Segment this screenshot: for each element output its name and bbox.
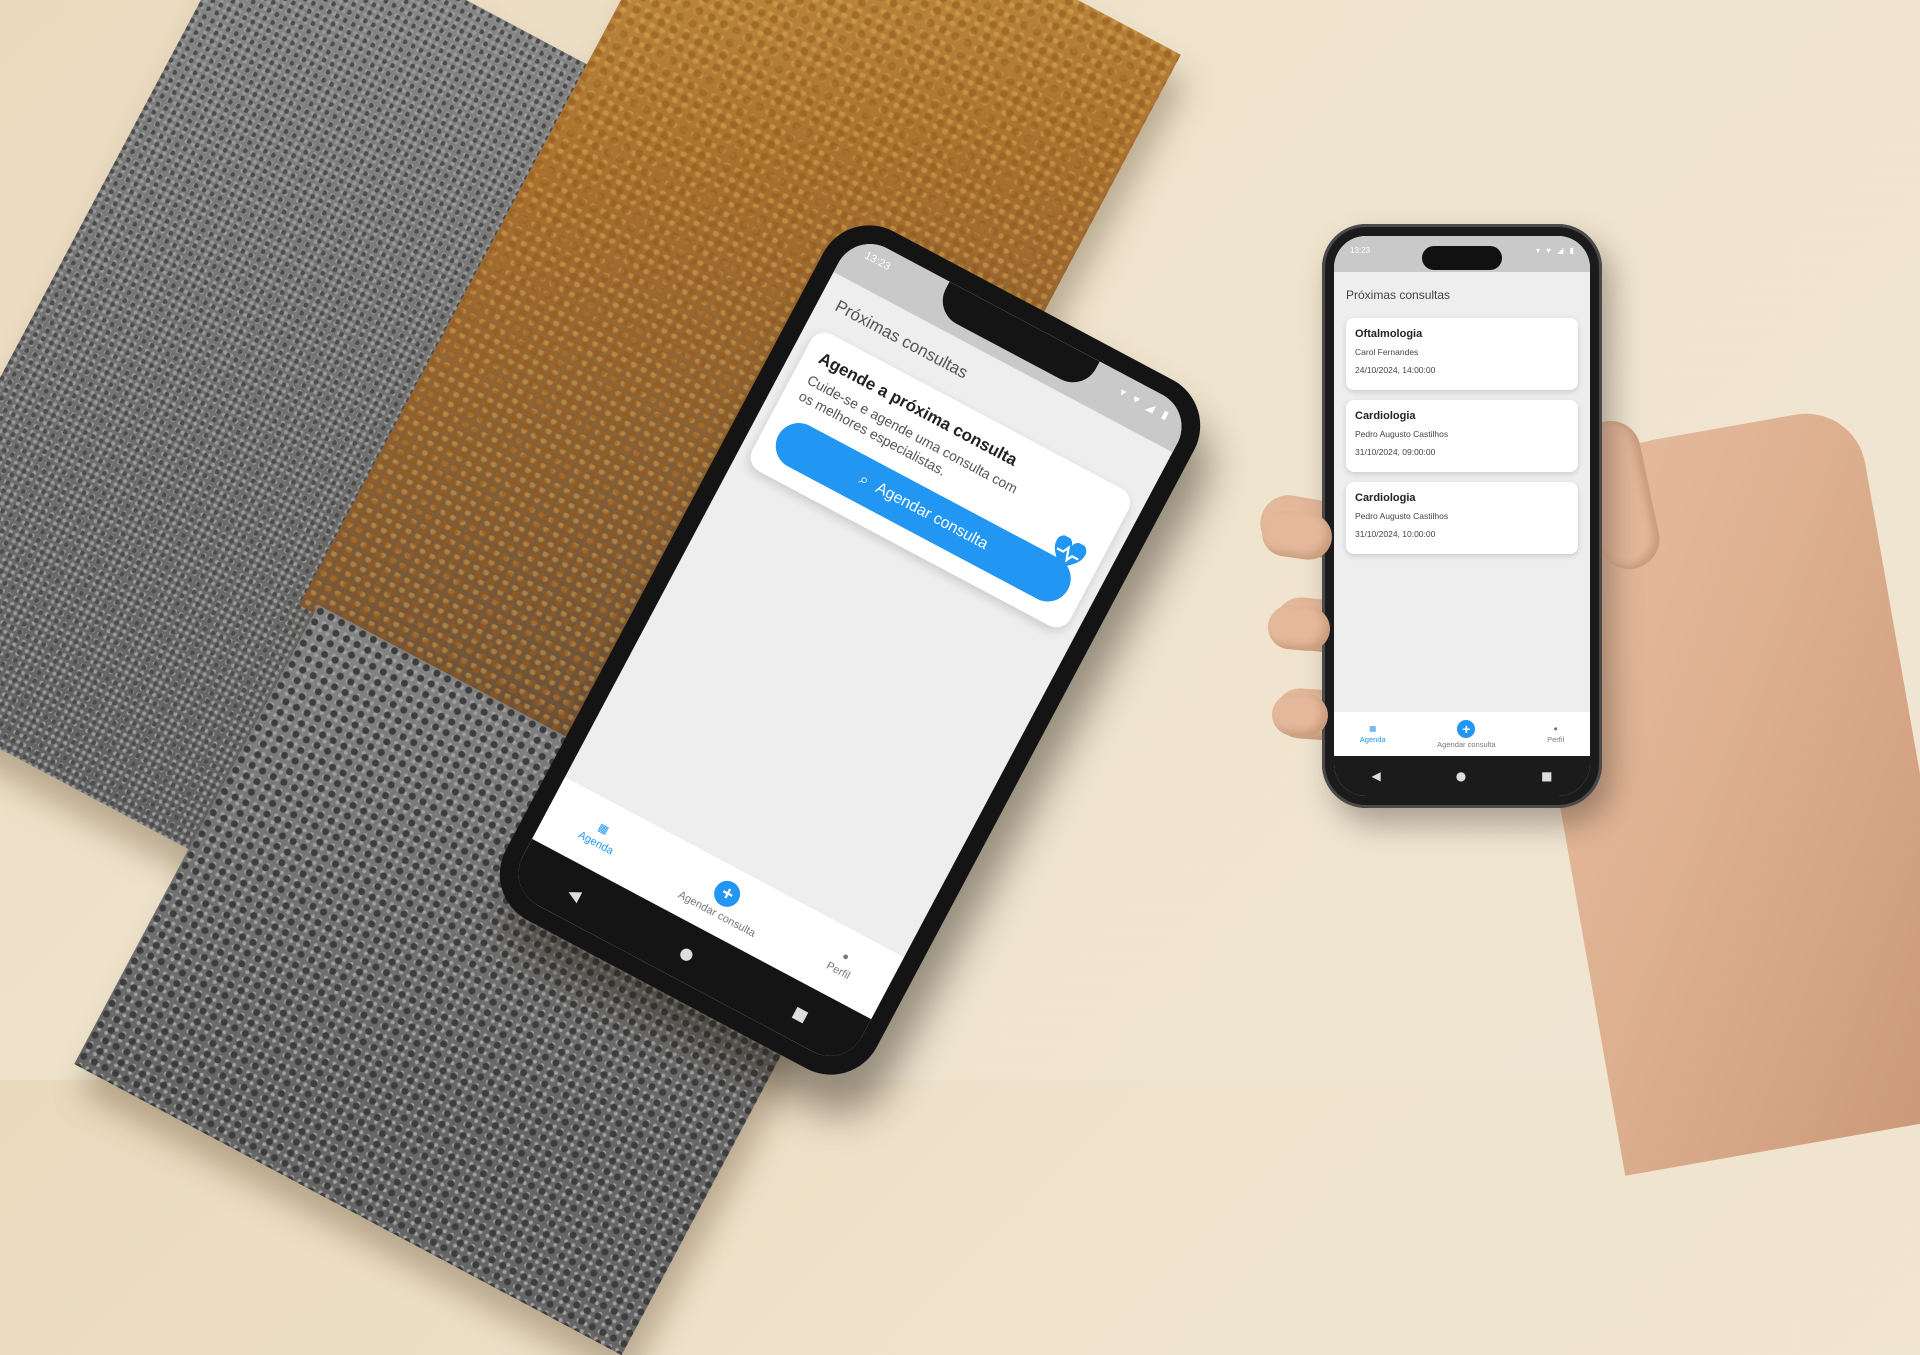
home-icon[interactable]: ● [677, 941, 698, 964]
appointment-datetime: 24/10/2024, 14:00:00 [1355, 365, 1436, 375]
upright-phone-screen: 13:23 ▾ ♥ ◢ ▮ Próximas consultas Oftalmo… [1334, 236, 1590, 796]
nav-label: Agendar consulta [1437, 739, 1496, 749]
nav-label: Agenda [576, 828, 616, 857]
appointment-card[interactable]: Cardiologia Pedro Augusto Castilhos 31/1… [1346, 482, 1578, 554]
nav-item-agenda[interactable]: ▦ Agenda [1360, 724, 1386, 744]
status-time: 13:23 [862, 249, 893, 274]
person-icon: ● [1553, 724, 1558, 733]
system-navigation-bar: ◀ ● ■ [1334, 756, 1590, 796]
screen-title: Próximas consultas [1346, 288, 1451, 302]
appointment-datetime: 31/10/2024, 10:00:00 [1355, 529, 1436, 539]
recents-icon[interactable]: ■ [790, 1002, 812, 1026]
recents-icon[interactable]: ■ [1541, 769, 1552, 783]
bottom-navigation: ▦ Agenda + Agendar consulta ● Perfil [1334, 712, 1590, 756]
finger-tip-ring [1270, 692, 1330, 738]
appointment-doctor: Pedro Augusto Castilhos [1355, 429, 1449, 439]
status-icons: ▾ ♥ ◢ ▮ [1536, 246, 1576, 255]
appointment-card[interactable]: Oftalmologia Carol Fernandes 24/10/2024,… [1346, 318, 1578, 390]
appointment-specialty: Cardiologia [1355, 410, 1416, 422]
appointment-specialty: Oftalmologia [1355, 328, 1423, 340]
nav-item-schedule[interactable]: + Agendar consulta [1437, 719, 1496, 749]
calendar-icon: ▦ [1369, 724, 1377, 733]
nav-label: Perfil [1547, 735, 1565, 744]
appointment-specialty: Cardiologia [1355, 492, 1416, 504]
person-icon: ● [839, 950, 852, 964]
upright-phone: 13:23 ▾ ♥ ◢ ▮ Próximas consultas Oftalmo… [1322, 224, 1602, 808]
nav-label: Perfil [824, 959, 853, 983]
nav-item-profile[interactable]: ● Perfil [824, 946, 859, 982]
appointment-datetime: 31/10/2024, 09:00:00 [1355, 447, 1436, 457]
status-icons: ▾ ♥ ◢ ▮ [1117, 386, 1174, 424]
nav-label: Agenda [1359, 735, 1386, 744]
dynamic-island [1422, 246, 1502, 270]
nav-item-agenda[interactable]: ▦ Agenda [576, 814, 623, 857]
home-icon[interactable]: ● [1456, 769, 1466, 783]
back-icon[interactable]: ◀ [1371, 769, 1380, 783]
appointment-doctor: Carol Fernandes [1355, 347, 1419, 357]
appointment-doctor: Pedro Augusto Castilhos [1355, 511, 1449, 521]
finger-tip-middle [1266, 603, 1332, 653]
back-icon[interactable]: ◀ [565, 882, 585, 905]
plus-circle-icon: + [1457, 719, 1476, 738]
nav-item-profile[interactable]: ● Perfil [1547, 724, 1564, 744]
status-time: 13:23 [1350, 246, 1371, 255]
appointment-card[interactable]: Cardiologia Pedro Augusto Castilhos 31/1… [1346, 400, 1578, 472]
search-icon: ⌕ [856, 470, 873, 490]
calendar-icon: ▦ [596, 820, 611, 837]
